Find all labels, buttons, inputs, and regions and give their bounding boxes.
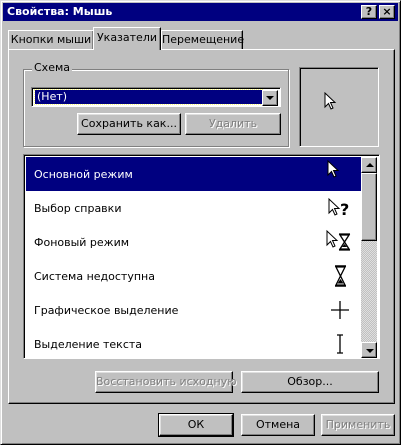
mouse-properties-dialog: Свойства: Мышь ? × Кнопки мыши Указатели… (0, 0, 401, 445)
save-as-button[interactable]: Сохранить как... (77, 113, 181, 135)
scroll-thumb[interactable] (361, 173, 377, 241)
restore-default-button[interactable]: Восстановить исходную (95, 371, 236, 393)
scroll-down-button[interactable] (361, 342, 377, 358)
list-item-label: Выделение текста (34, 338, 143, 351)
arrow-up-icon (366, 163, 374, 167)
list-item-label: Основной режим (34, 168, 133, 181)
list-item-label: Фоновый режим (34, 236, 130, 249)
tab-pointers[interactable]: Указатели (93, 27, 161, 50)
delete-button[interactable]: Удалить (185, 113, 281, 135)
scheme-dropdown-value: (Нет) (34, 89, 263, 105)
help-button[interactable]: ? (361, 5, 377, 19)
list-item-label: Выбор справки (34, 202, 122, 215)
scheme-group-label: Схема (32, 61, 72, 74)
list-item[interactable]: Выбор справки ? (26, 191, 361, 225)
list-item[interactable]: Графическое выделение (26, 293, 361, 327)
pointer-list[interactable]: Основной режим Выбор справки ? Фоновый р… (23, 154, 380, 359)
svg-text:?: ? (340, 200, 349, 219)
pointer-preview (299, 67, 379, 147)
arrow-pointer-icon (327, 160, 340, 178)
list-item-label: Графическое выделение (34, 304, 179, 317)
scroll-up-button[interactable] (361, 157, 377, 173)
scheme-dropdown[interactable]: (Нет) (31, 87, 281, 107)
hourglass-busy-icon (334, 265, 347, 287)
arrow-down-icon (366, 349, 374, 353)
scheme-groupbox (23, 69, 289, 147)
window-title: Свойства: Мышь (7, 5, 113, 18)
arrow-pointer-icon (324, 92, 337, 110)
text-ibeam-icon (337, 334, 343, 354)
ok-button[interactable]: ОК (158, 413, 234, 437)
chevron-down-icon (266, 96, 274, 100)
apply-button[interactable]: Применить (321, 414, 395, 436)
title-bar[interactable]: Свойства: Мышь ? × (3, 3, 398, 21)
working-in-background-icon (326, 229, 351, 251)
list-scrollbar[interactable] (361, 157, 377, 358)
list-item[interactable]: Система недоступна (26, 259, 361, 293)
list-item[interactable]: Выделение текста (26, 327, 361, 358)
dropdown-button[interactable] (262, 90, 278, 106)
cancel-button[interactable]: Отмена (241, 414, 315, 436)
tab-mouse-buttons[interactable]: Кнопки мыши (8, 30, 94, 50)
browse-button[interactable]: Обзор... (241, 371, 379, 393)
list-item-label: Система недоступна (34, 270, 155, 283)
crosshair-icon (331, 301, 349, 319)
tab-motion[interactable]: Перемещение (161, 30, 244, 50)
close-button[interactable]: × (379, 5, 395, 19)
list-item[interactable]: Фоновый режим (26, 225, 361, 259)
help-select-icon: ? (328, 197, 349, 219)
list-item[interactable]: Основной режим (26, 157, 361, 191)
